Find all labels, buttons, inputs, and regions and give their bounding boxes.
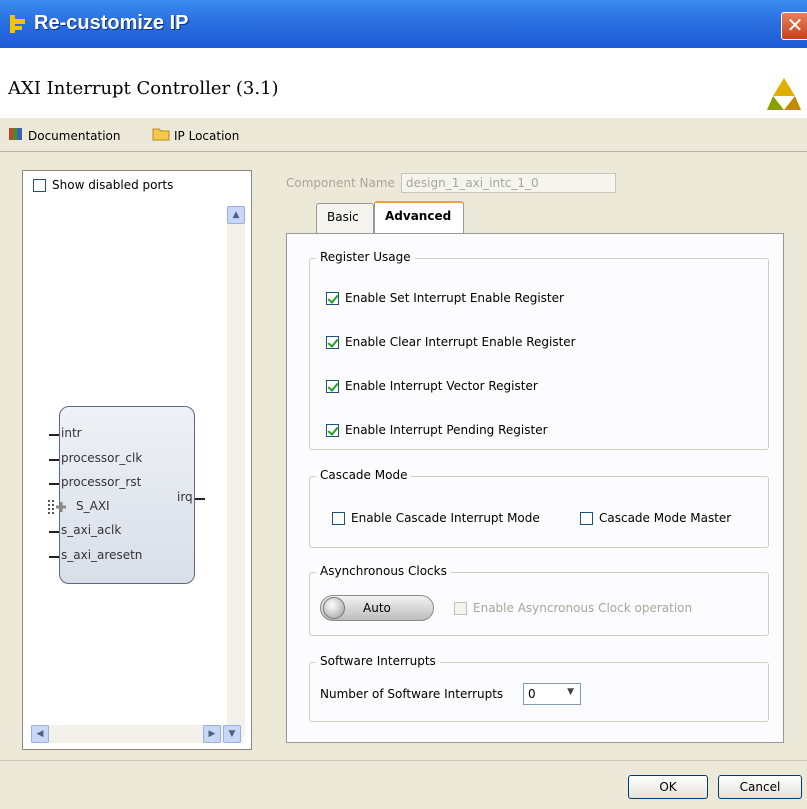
checkbox-box[interactable]: [33, 178, 46, 192]
async-clocks-title: Asynchronous Clocks: [316, 564, 451, 578]
enable-set-ier-label: Enable Set Interrupt Enable Register: [345, 291, 564, 305]
button-bar: OK Cancel: [0, 760, 807, 809]
port-s-axi-aresetn: s_axi_aresetn: [61, 548, 143, 562]
auto-label: Auto: [363, 601, 391, 615]
close-button[interactable]: ✕: [781, 12, 807, 40]
cancel-button[interactable]: Cancel: [718, 775, 802, 799]
scroll-up-button[interactable]: ▲: [227, 206, 245, 224]
scroll-down-button[interactable]: ▼: [223, 725, 241, 743]
vertical-scrollbar[interactable]: ▲: [227, 206, 245, 736]
enable-ivr-checkbox[interactable]: Enable Interrupt Vector Register: [326, 379, 538, 393]
port-line: [195, 498, 205, 500]
toolbar: Documentation IP Location: [0, 118, 807, 152]
scroll-left-button[interactable]: ◀: [31, 725, 49, 743]
book-icon: [8, 126, 24, 145]
horizontal-scrollbar[interactable]: ◀ ▶ ▼: [31, 725, 243, 743]
xilinx-logo-icon: [767, 76, 801, 115]
cascade-master-checkbox[interactable]: Cascade Mode Master: [580, 511, 731, 525]
ip-title: AXI Interrupt Controller (3.1): [8, 78, 279, 99]
port-line: [49, 556, 59, 558]
ok-button[interactable]: OK: [628, 775, 708, 799]
documentation-label: Documentation: [28, 128, 121, 143]
sw-interrupts-label: Number of Software Interrupts: [320, 687, 504, 701]
checkbox-box[interactable]: [326, 335, 339, 349]
software-interrupts-title: Software Interrupts: [316, 654, 440, 668]
advanced-tab-content: Register Usage Enable Set Interrupt Enab…: [286, 233, 784, 743]
component-name-input: design_1_axi_intc_1_0: [400, 173, 616, 193]
enable-ipr-label: Enable Interrupt Pending Register: [345, 423, 548, 437]
ip-icon: [8, 13, 28, 38]
sw-interrupts-select[interactable]: 0 ▼: [523, 683, 581, 705]
port-processor-clk: processor_clk: [61, 451, 143, 465]
folder-icon: [152, 126, 170, 145]
enable-async-clock-checkbox[interactable]: Enable Asyncronous Clock operation: [454, 601, 692, 615]
port-intr: intr: [61, 426, 82, 440]
window-title: Re-customize IP: [34, 12, 189, 34]
component-name-row: Component Name design_1_axi_intc_1_0: [286, 173, 616, 193]
port-line: [49, 483, 59, 485]
dropdown-arrow-icon: ▼: [567, 687, 574, 697]
cascade-mode-title: Cascade Mode: [316, 468, 412, 482]
documentation-link[interactable]: Documentation: [8, 126, 121, 145]
component-name-label: Component Name: [286, 176, 395, 190]
enable-clear-ier-label: Enable Clear Interrupt Enable Register: [345, 335, 576, 349]
bus-interface-icon: [47, 499, 75, 518]
enable-cascade-checkbox[interactable]: Enable Cascade Interrupt Mode: [332, 511, 540, 525]
ip-location-label: IP Location: [174, 128, 240, 143]
scroll-right-button[interactable]: ▶: [203, 725, 221, 743]
port-line: [49, 434, 59, 436]
sw-interrupts-value: 0: [528, 687, 536, 701]
checkbox-box[interactable]: [326, 423, 339, 437]
checkbox-box[interactable]: [580, 511, 593, 525]
enable-set-ier-checkbox[interactable]: Enable Set Interrupt Enable Register: [326, 291, 564, 305]
port-processor-rst: processor_rst: [61, 475, 142, 489]
register-usage-title: Register Usage: [316, 250, 415, 264]
checkbox-box[interactable]: [326, 291, 339, 305]
tab-basic[interactable]: Basic: [316, 203, 374, 233]
toggle-knob-icon: [323, 597, 345, 619]
show-disabled-ports-label: Show disabled ports: [52, 178, 174, 192]
port-s-axi: S_AXI: [76, 499, 110, 513]
checkbox-box[interactable]: [332, 511, 345, 525]
symbol-panel: Show disabled ports intr processor_clk p…: [22, 170, 252, 750]
ip-location-link[interactable]: IP Location: [152, 126, 239, 145]
enable-cascade-label: Enable Cascade Interrupt Mode: [351, 511, 540, 525]
enable-clear-ier-checkbox[interactable]: Enable Clear Interrupt Enable Register: [326, 335, 576, 349]
show-disabled-ports-checkbox[interactable]: Show disabled ports: [33, 178, 173, 192]
enable-ipr-checkbox[interactable]: Enable Interrupt Pending Register: [326, 423, 548, 437]
enable-async-clock-label: Enable Asyncronous Clock operation: [473, 601, 693, 615]
checkbox-box[interactable]: [326, 379, 339, 393]
port-irq: irq: [177, 490, 193, 504]
title-bar: Re-customize IP ✕: [0, 0, 807, 48]
auto-toggle-button[interactable]: Auto: [320, 595, 434, 621]
enable-ivr-label: Enable Interrupt Vector Register: [345, 379, 538, 393]
symbol-canvas: intr processor_clk processor_rst S_AXI s…: [31, 206, 226, 736]
software-interrupts-group: Software Interrupts Number of Software I…: [309, 654, 769, 722]
tab-advanced[interactable]: Advanced: [374, 201, 464, 233]
port-s-axi-aclk: s_axi_aclk: [61, 523, 122, 537]
cascade-mode-group: Cascade Mode Enable Cascade Interrupt Mo…: [309, 468, 769, 548]
async-clocks-group: Asynchronous Clocks Auto Enable Asyncron…: [309, 564, 769, 636]
port-line: [49, 459, 59, 461]
port-line: [49, 531, 59, 533]
cascade-master-label: Cascade Mode Master: [599, 511, 732, 525]
checkbox-box[interactable]: [454, 601, 467, 615]
register-usage-group: Register Usage Enable Set Interrupt Enab…: [309, 250, 769, 450]
config-panel: Component Name design_1_axi_intc_1_0 Bas…: [268, 155, 807, 755]
